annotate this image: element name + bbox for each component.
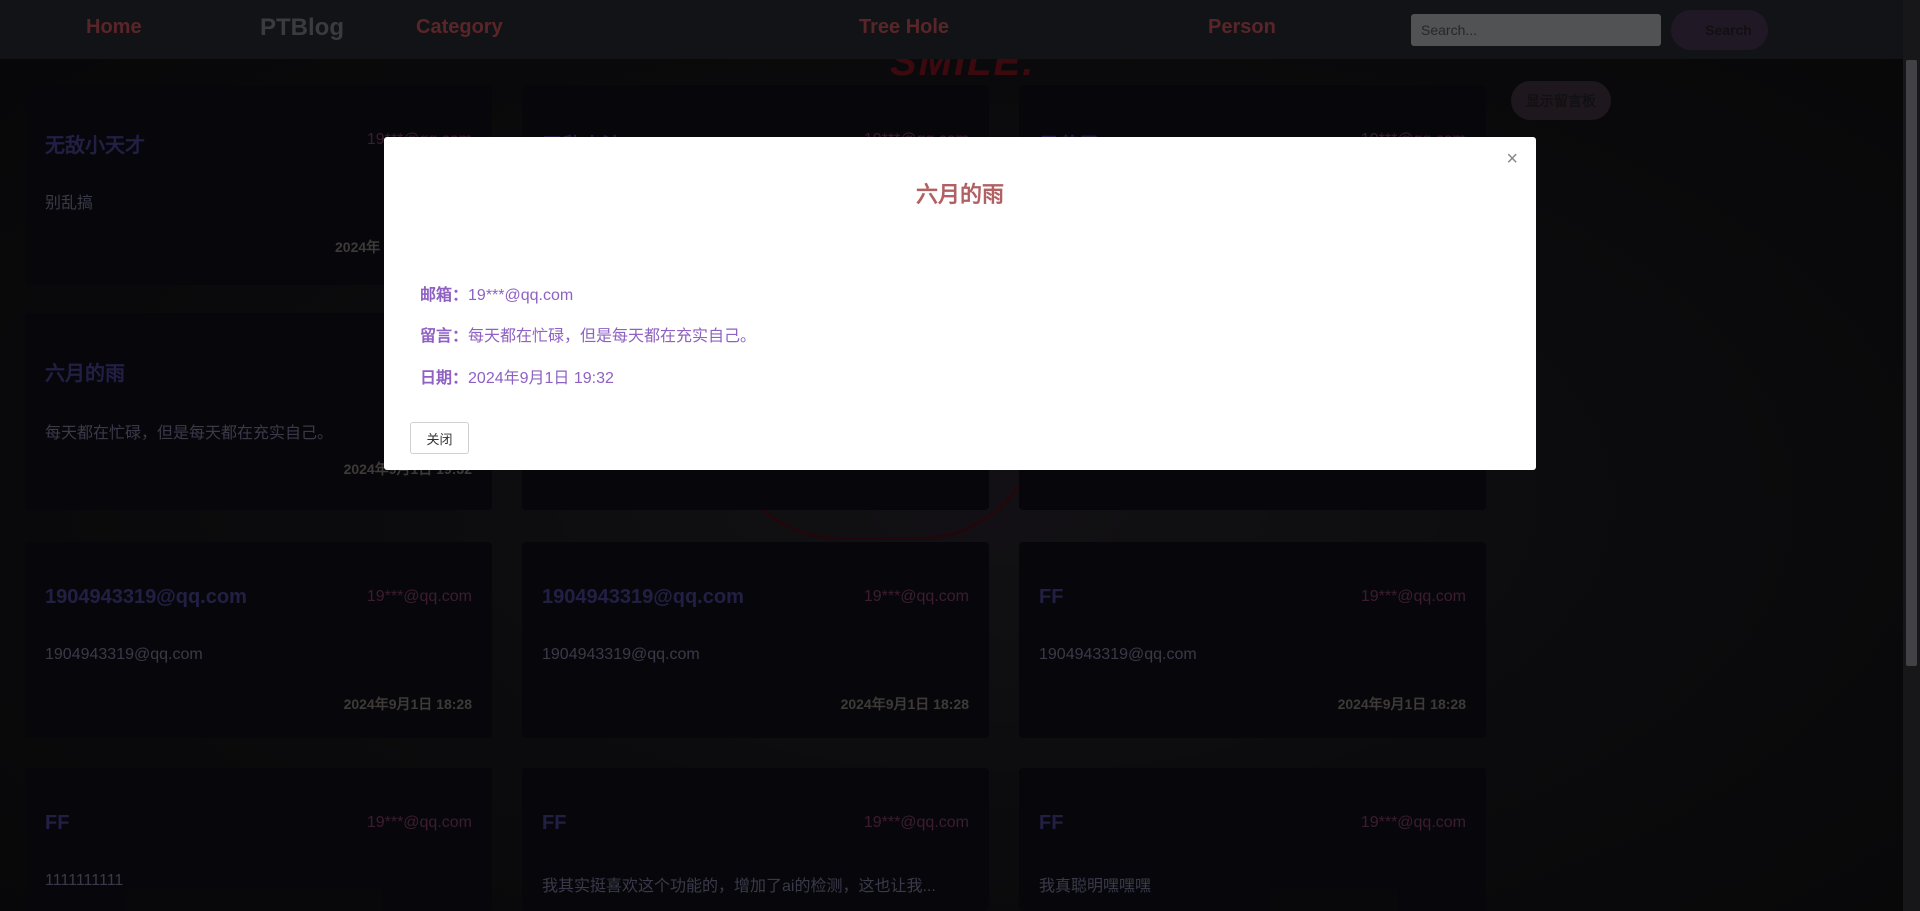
date-label: 日期： (420, 368, 469, 387)
modal-email-row: 邮箱：19***@qq.com (420, 281, 573, 305)
date-value: 2024年9月1日 19:32 (468, 370, 614, 387)
message-detail-modal: × 六月的雨 邮箱：19***@qq.com 留言：每天都在忙碌，但是每天都在充… (384, 137, 1536, 470)
modal-close-button[interactable]: 关闭 (410, 422, 469, 454)
email-label: 邮箱： (420, 285, 469, 304)
scrollbar-thumb[interactable] (1906, 60, 1917, 666)
message-label: 留言： (420, 326, 469, 345)
modal-message-row: 留言：每天都在忙碌，但是每天都在充实自己。 (420, 322, 756, 346)
modal-title: 六月的雨 (915, 182, 1004, 207)
message-value: 每天都在忙碌，但是每天都在充实自己。 (468, 328, 757, 345)
page: Home PTBlog Category Tree Hole Person Se… (0, 0, 1920, 911)
modal-date-row: 日期：2024年9月1日 19:32 (420, 364, 614, 388)
email-value: 19***@qq.com (468, 287, 574, 304)
close-icon[interactable]: × (1506, 149, 1518, 169)
